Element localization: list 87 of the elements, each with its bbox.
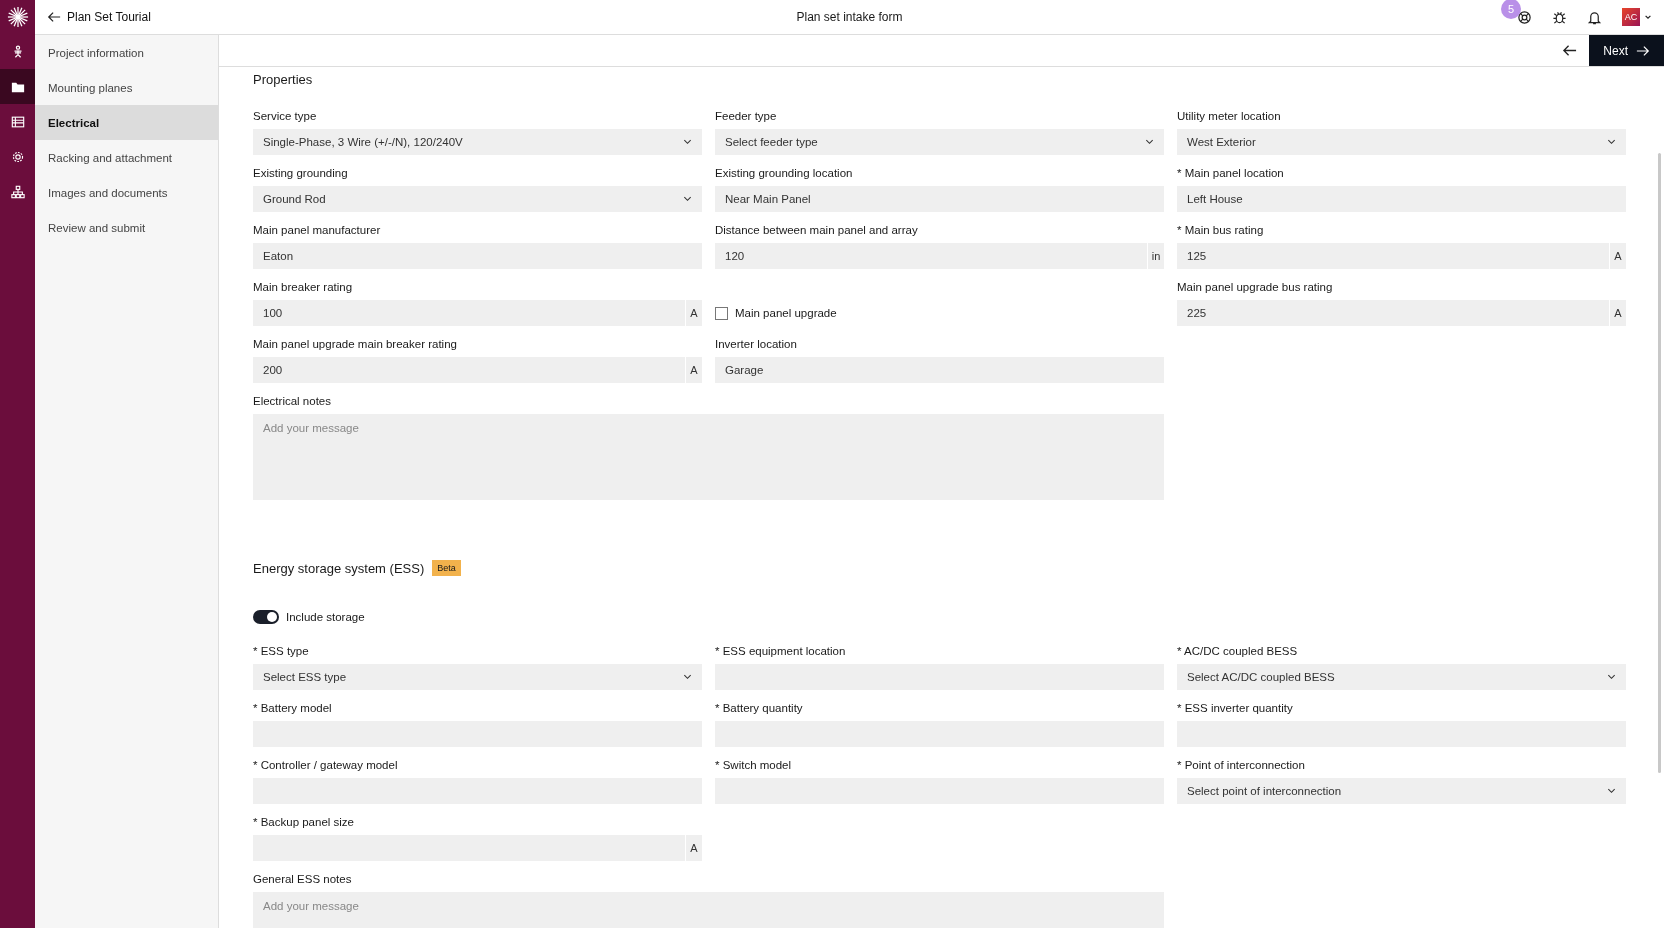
dropdown-field[interactable]: Ground Rod — [253, 186, 702, 213]
field-label: Electrical notes — [253, 394, 332, 409]
toggle-label: Include storage — [286, 611, 365, 624]
list-icon — [10, 114, 25, 129]
account-menu-button[interactable]: AC — [1622, 8, 1652, 26]
field-label: Feeder type — [715, 109, 778, 124]
field-label: Main panel upgrade main breaker rating — [253, 337, 458, 352]
back-arrow-icon — [1561, 43, 1577, 58]
section-title: Energy storage system (ESS) — [253, 560, 425, 576]
unit-label: in — [1147, 243, 1164, 270]
field-label: * ESS type — [253, 644, 310, 659]
sidebar-item[interactable]: Mounting planes — [35, 70, 218, 105]
chevron-down-icon — [683, 137, 692, 147]
sunburst-logo-icon — [6, 6, 29, 28]
chevron-down-icon — [1607, 137, 1616, 147]
dropdown-field[interactable]: West Exterior — [1177, 129, 1626, 156]
hierarchy-icon — [10, 184, 25, 199]
field-label: * Backup panel size — [253, 815, 355, 830]
chevron-down-icon — [1607, 786, 1616, 796]
notification-count-badge: 5 — [1501, 0, 1521, 19]
page-title: Plan set intake form — [796, 10, 903, 24]
back-arrow-icon — [47, 10, 61, 24]
dropdown-field[interactable]: Single-Phase, 3 Wire (+/-/N), 120/240V — [253, 129, 702, 156]
dropdown-field[interactable]: Select point of interconnection — [1177, 778, 1626, 805]
bell-icon[interactable] — [1587, 9, 1602, 25]
unit-input-field[interactable]: 100 A — [253, 300, 702, 327]
field-label: * Main panel location — [1177, 166, 1285, 181]
user-avatar: AC — [1622, 8, 1640, 26]
field-label: * Controller / gateway model — [253, 758, 399, 773]
scrollbar[interactable] — [1658, 153, 1661, 773]
field-label: Service type — [253, 109, 318, 124]
chevron-down-icon — [683, 672, 692, 682]
field-label: Main panel upgrade bus rating — [1177, 280, 1334, 295]
dropdown-field[interactable]: Select AC/DC coupled BESS — [1177, 664, 1626, 691]
unit-label: A — [685, 835, 702, 862]
field-label: * AC/DC coupled BESS — [1177, 644, 1299, 659]
message-field[interactable]: Add your message — [253, 414, 1164, 501]
forward-arrow-icon — [1636, 43, 1650, 58]
field-label: Main panel manufacturer — [253, 223, 382, 238]
dropdown-field[interactable]: Select feeder type — [715, 129, 1164, 156]
field-label: * Main bus rating — [1177, 223, 1265, 238]
field-label: Existing grounding location — [715, 166, 854, 181]
field-label: * Point of interconnection — [1177, 758, 1306, 773]
sidebar-item[interactable]: Images and documents — [35, 175, 218, 210]
input-field[interactable]: Near Main Panel — [715, 186, 1164, 213]
back-link[interactable]: Plan Set Tourial — [47, 10, 151, 24]
checkbox-label: Main panel upgrade — [735, 307, 837, 320]
unit-input-field[interactable]: 225 A — [1177, 300, 1626, 327]
field-label: * Switch model — [715, 758, 793, 773]
settings-icon — [10, 149, 25, 164]
bug-icon[interactable] — [1552, 9, 1567, 25]
unit-input-field[interactable]: 120 in — [715, 243, 1164, 270]
sidebar-item[interactable]: Electrical — [35, 105, 218, 140]
sidebar-item[interactable]: Review and submit — [35, 210, 218, 245]
chevron-down-icon — [1607, 672, 1616, 682]
rail-nav-button[interactable] — [0, 69, 35, 104]
field-label: * Battery quantity — [715, 701, 804, 716]
field-label: Utility meter location — [1177, 109, 1282, 124]
chevron-down-icon — [1145, 137, 1154, 147]
unit-label: A — [685, 300, 702, 327]
field-label: Main breaker rating — [253, 280, 354, 295]
message-field[interactable]: Add your message — [253, 892, 1164, 928]
sidebar-item[interactable]: Project information — [35, 35, 218, 70]
input-field[interactable]: Eaton — [253, 243, 702, 270]
field-label: Existing grounding — [253, 166, 349, 181]
field-label: Distance between main panel and array — [715, 223, 919, 238]
toggle-switch[interactable] — [253, 610, 279, 625]
chevron-down-icon — [683, 194, 692, 204]
unit-label: A — [685, 357, 702, 384]
caret-icon — [1644, 13, 1652, 21]
field-label: * ESS inverter quantity — [1177, 701, 1294, 716]
field-label: * Battery model — [253, 701, 333, 716]
section-title: Properties — [253, 72, 313, 88]
input-field[interactable]: Left House — [1177, 186, 1626, 213]
next-button[interactable]: Next — [1589, 35, 1664, 67]
unit-input-field[interactable]: 125 A — [1177, 243, 1626, 270]
unit-label: A — [1609, 300, 1626, 327]
field-label: * ESS equipment location — [715, 644, 847, 659]
unit-label: A — [1609, 243, 1626, 270]
unit-input-field[interactable]: 200 A — [253, 357, 702, 384]
field-label: General ESS notes — [253, 872, 353, 887]
checkbox[interactable] — [715, 306, 728, 320]
input-field[interactable]: Garage — [715, 357, 1164, 384]
field-label: Inverter location — [715, 337, 798, 352]
sidebar-item[interactable]: Racking and attachment — [35, 140, 218, 175]
dropdown-field[interactable]: Select ESS type — [253, 664, 702, 691]
beta-badge: Beta — [432, 560, 461, 577]
